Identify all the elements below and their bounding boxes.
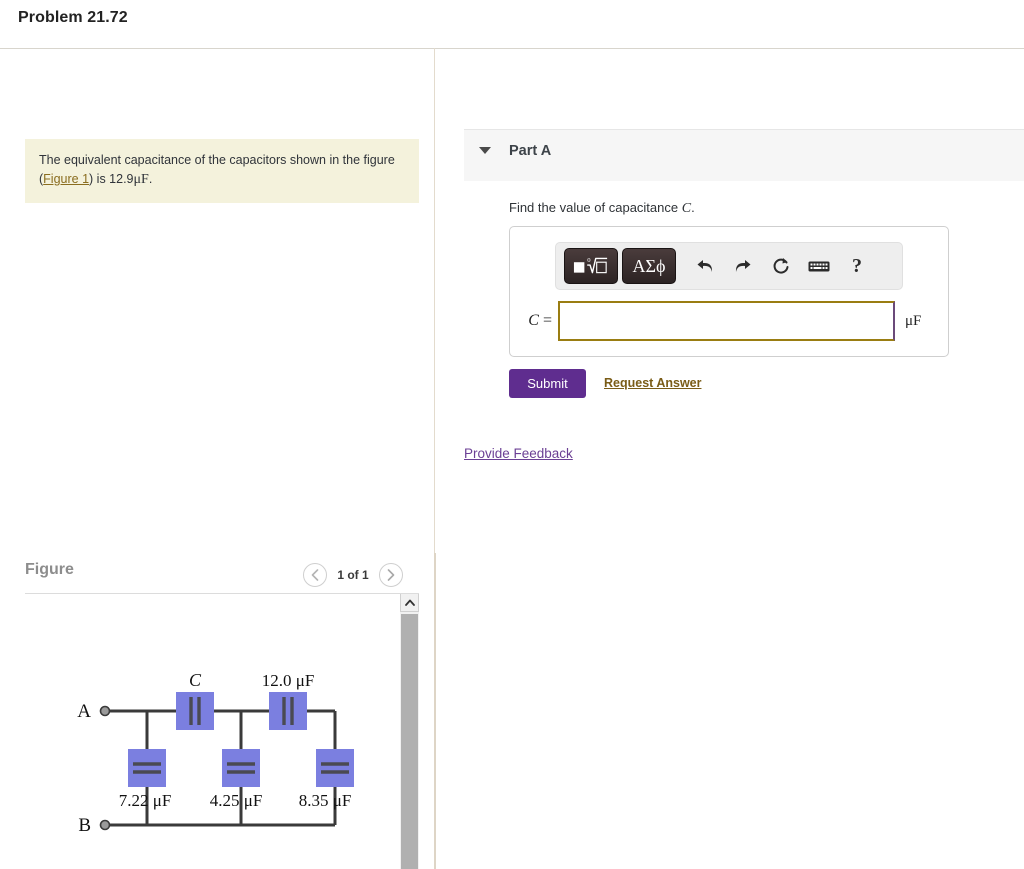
capacitor-835-highlight: [316, 749, 354, 787]
submit-button[interactable]: Submit: [509, 369, 586, 398]
answer-equals: =: [542, 312, 552, 329]
prompt-variable: C: [681, 201, 692, 216]
figure-scrollbar[interactable]: [400, 594, 419, 869]
help-label: ?: [852, 254, 862, 277]
scrollbar-thumb[interactable]: [401, 614, 418, 869]
capacitor-722-label: 7.22 μF: [119, 791, 172, 810]
capacitor-835-label: 8.35 μF: [299, 791, 352, 810]
help-button[interactable]: ?: [840, 248, 874, 284]
figure-1-link[interactable]: Figure 1: [43, 172, 89, 186]
figure-next-button[interactable]: [379, 563, 403, 587]
answer-unit: μF: [905, 312, 922, 329]
panel-divider-lower: [434, 553, 436, 869]
capacitor-722-highlight: [128, 749, 166, 787]
terminal-a-label: A: [77, 701, 91, 722]
answer-variable-label: C =: [510, 312, 558, 330]
header-divider: [0, 48, 1024, 49]
answer-input[interactable]: [558, 301, 895, 341]
undo-button[interactable]: [688, 248, 722, 284]
circuit-diagram: A B C 12.0 μF 7.22 μF 4.25 μF 8.35 μF: [77, 670, 354, 836]
chevron-up-icon: [404, 599, 415, 606]
reset-icon: [773, 258, 789, 274]
keyboard-button[interactable]: [802, 248, 836, 284]
figure-panel-heading: Figure: [25, 561, 74, 578]
statement-period: .: [148, 172, 153, 186]
panel-divider: [434, 48, 435, 553]
request-answer-link[interactable]: Request Answer: [604, 376, 701, 390]
part-a-collapse-toggle[interactable]: [479, 147, 491, 154]
redo-icon: [735, 260, 751, 272]
math-template-button[interactable]: 0: [564, 248, 618, 284]
prompt-text-before: Find the value of capacitance: [509, 200, 682, 215]
figure-prev-button[interactable]: [303, 563, 327, 587]
math-toolbar: 0 ΑΣϕ ?: [555, 242, 903, 290]
capacitor-c-highlight: [176, 692, 214, 730]
figure-viewport: A B C 12.0 μF 7.22 μF 4.25 μF 8.35 μF: [25, 594, 419, 869]
problem-statement-box: The equivalent capacitance of the capaci…: [25, 139, 419, 203]
answer-row: C = μF: [510, 299, 950, 343]
chevron-right-icon: [387, 569, 395, 581]
reset-button[interactable]: [764, 248, 798, 284]
statement-value: 12.9: [109, 172, 134, 186]
capacitor-c-label: C: [189, 670, 202, 690]
keyboard-icon: [808, 261, 830, 272]
undo-icon: [697, 260, 713, 272]
scroll-up-button[interactable]: [400, 594, 419, 612]
terminal-b-node: [99, 819, 111, 831]
part-a-prompt: Find the value of capacitance C.: [509, 200, 695, 217]
terminal-a-node: [99, 705, 111, 717]
capacitor-425-highlight: [222, 749, 260, 787]
answer-entry-box: 0 ΑΣϕ ? C = μF: [509, 226, 949, 357]
problem-statement-text: The equivalent capacitance of the capaci…: [39, 151, 409, 189]
svg-text:0: 0: [587, 257, 591, 264]
math-template-icon: 0: [573, 257, 608, 274]
part-a-title: Part A: [509, 143, 552, 159]
redo-button[interactable]: [726, 248, 760, 284]
figure-navigation: 1 of 1: [303, 563, 403, 587]
prompt-text-after: .: [691, 200, 695, 215]
page-root: Problem 21.72 The equivalent capacitance…: [0, 0, 1024, 869]
statement-text-after: ) is: [89, 172, 110, 186]
answer-variable: C: [528, 312, 539, 329]
terminal-b-label: B: [78, 815, 91, 836]
statement-unit: μF: [133, 172, 149, 187]
greek-symbols-button[interactable]: ΑΣϕ: [622, 248, 676, 284]
page-title: Problem 21.72: [18, 9, 128, 26]
capacitor-12-label: 12.0 μF: [262, 671, 315, 690]
provide-feedback-link[interactable]: Provide Feedback: [464, 446, 573, 461]
capacitor-425-label: 4.25 μF: [210, 791, 263, 810]
capacitor-12-highlight: [269, 692, 307, 730]
chevron-left-icon: [311, 569, 319, 581]
greek-symbols-label: ΑΣϕ: [632, 255, 666, 276]
figure-page-counter: 1 of 1: [337, 568, 369, 582]
